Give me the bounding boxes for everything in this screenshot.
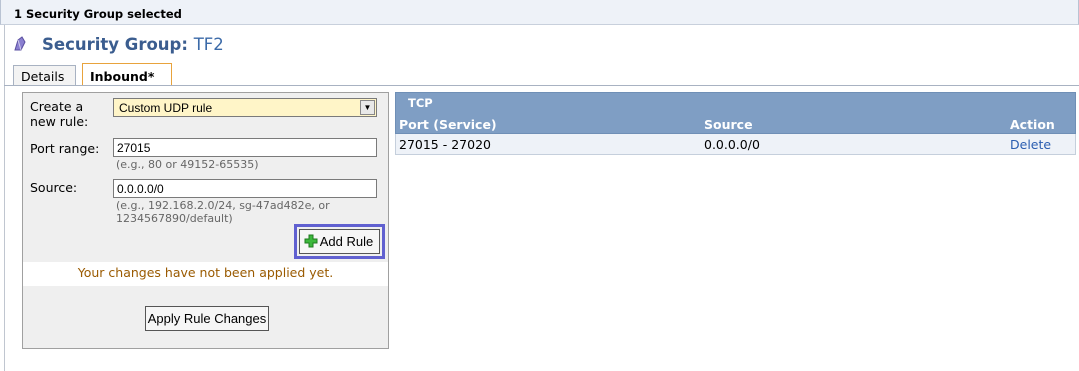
tab-details[interactable]: Details — [13, 65, 76, 85]
security-group-icon — [14, 36, 26, 51]
apply-rule-changes-button[interactable]: Apply Rule Changes — [145, 306, 269, 331]
port-range-label: Port range: — [30, 141, 100, 156]
unsaved-changes-notice: Your changes have not been applied yet. — [23, 262, 388, 286]
rule-source-cell: 0.0.0.0/0 — [704, 137, 760, 152]
source-hint: (e.g., 192.168.2.0/24, sg-47ad482e, or 1… — [116, 199, 330, 225]
source-label: Source: — [30, 180, 78, 195]
inbound-rules-table: TCP Port (Service) Source Action 27015 -… — [395, 92, 1076, 155]
tab-bar-divider — [4, 85, 1079, 86]
rules-table-header: TCP Port (Service) Source Action — [395, 92, 1076, 134]
source-value: 0.0.0.0/0 — [117, 182, 164, 196]
apply-rule-changes-label: Apply Rule Changes — [147, 311, 267, 326]
rule-type-selected-value: Custom UDP rule — [119, 101, 213, 115]
protocol-group-label: TCP — [408, 96, 433, 110]
column-header-action: Action — [1010, 117, 1055, 132]
rule-type-select[interactable]: Custom UDP rule ▼ — [113, 98, 377, 117]
tab-inbound[interactable]: Inbound* — [82, 63, 172, 86]
tab-inbound-label: Inbound* — [90, 69, 155, 84]
create-rule-label-line2: new rule: — [30, 114, 89, 129]
create-rule-label-line1: Create a — [30, 99, 84, 114]
source-input[interactable]: 0.0.0.0/0 — [113, 179, 377, 198]
column-header-port: Port (Service) — [399, 117, 497, 132]
rule-port-cell: 27015 - 27020 — [399, 137, 491, 152]
column-header-source: Source — [704, 117, 753, 132]
source-hint-line1: (e.g., 192.168.2.0/24, sg-47ad482e, or — [116, 199, 330, 212]
page-title-prefix: Security Group: — [42, 35, 188, 54]
tab-details-label: Details — [21, 69, 65, 84]
selection-status-bar: 1 Security Group selected — [0, 0, 1079, 25]
divider — [4, 25, 5, 371]
table-row: 27015 - 27020 0.0.0.0/0 Delete — [395, 134, 1076, 155]
security-group-name: TF2 — [193, 35, 224, 54]
port-range-input[interactable]: 27015 — [113, 138, 377, 157]
add-rule-label: Add Rule — [319, 234, 374, 249]
page-title: Security Group: TF2 — [42, 35, 224, 54]
selection-count-text: 1 Security Group selected — [14, 7, 182, 21]
delete-rule-link[interactable]: Delete — [1010, 137, 1051, 152]
add-rule-button[interactable]: Add Rule — [299, 229, 380, 254]
port-range-value: 27015 — [117, 141, 151, 155]
create-rule-label: Create a new rule: — [30, 99, 88, 129]
port-range-hint: (e.g., 80 or 49152-65535) — [116, 158, 259, 171]
plus-icon — [304, 234, 318, 248]
dropdown-arrow-icon[interactable]: ▼ — [360, 100, 375, 115]
